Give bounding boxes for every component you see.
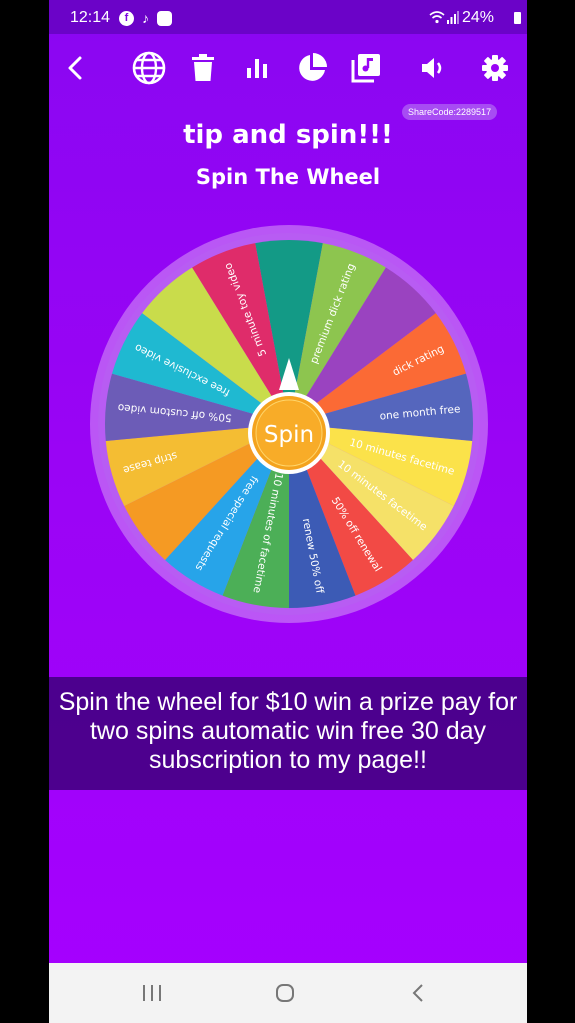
signal-icon: [447, 11, 459, 24]
share-code-badge[interactable]: ShareCode:2289517: [402, 104, 498, 120]
wheel-subtitle: Spin The Wheel: [195, 165, 381, 189]
spin-button-label[interactable]: Spin: [264, 422, 314, 448]
battery-percent: 24%: [461, 9, 494, 26]
back-arrow-icon[interactable]: [56, 48, 96, 88]
caption-line: subscription to my page!!: [149, 746, 427, 774]
toolbar: [49, 40, 527, 96]
home-icon[interactable]: [275, 983, 295, 1003]
wifi-icon: [429, 11, 445, 24]
pie-chart-icon[interactable]: [292, 48, 332, 88]
spin-wheel[interactable]: premium dick rating dick rating one month …: [87, 222, 491, 626]
app-notification-icon: [157, 11, 172, 26]
status-time: 12:14: [70, 9, 111, 26]
tiktok-icon: ♪: [142, 10, 149, 26]
nav-bar: [49, 963, 527, 1023]
wheel-graphic: premium dick rating dick ratingone month …: [90, 225, 488, 623]
settings-gear-icon[interactable]: [475, 48, 515, 88]
status-bar: 12:14 f ♪ 24%: [49, 0, 527, 34]
caption-line: Spin the wheel for $10 win a prize pay f…: [58, 688, 518, 716]
volume-icon[interactable]: [414, 48, 454, 88]
back-icon[interactable]: [411, 983, 425, 1003]
globe-icon[interactable]: [129, 48, 169, 88]
trash-icon[interactable]: [183, 48, 223, 88]
battery-icon: [514, 12, 521, 24]
caption: Spin the wheel for $10 win a prize pay f…: [49, 688, 527, 775]
bar-chart-icon[interactable]: [237, 48, 277, 88]
music-library-icon[interactable]: [346, 48, 386, 88]
recent-apps-icon[interactable]: [142, 984, 162, 1002]
caption-line: two spins automatic win free 30 day: [89, 717, 487, 745]
app-screen: 12:14 f ♪ 24% ShareCode:2289517 tip and …: [49, 0, 527, 1023]
wheel-title: tip and spin!!!: [183, 120, 393, 150]
facebook-icon: f: [119, 11, 134, 26]
